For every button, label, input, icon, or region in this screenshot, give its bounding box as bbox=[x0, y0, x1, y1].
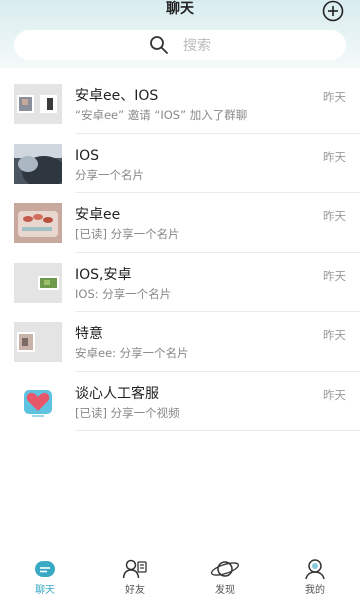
search-placeholder: 搜索 bbox=[183, 38, 211, 54]
chat-time: 昨天 bbox=[323, 387, 346, 402]
chat-last-message: [已读] 分享一个名片 bbox=[75, 227, 180, 241]
tab-profile[interactable]: 我的 bbox=[280, 558, 350, 600]
chat-last-message: 分享一个名片 bbox=[75, 167, 144, 182]
chat-last-message: 安卓ee: 分享一个名片 bbox=[75, 346, 189, 360]
chat-time: 昨天 bbox=[323, 328, 346, 342]
page-title: 聊天 bbox=[166, 1, 194, 17]
bottom-tab-bar: 聊天 好友 发现 我的 bbox=[0, 556, 360, 600]
chat-name: 安卓ee、IOS bbox=[75, 88, 159, 104]
profile-icon bbox=[305, 559, 325, 580]
chat-last-message: [已读] 分享一个视频 bbox=[75, 405, 180, 420]
chat-name: 谈心人工客服 bbox=[75, 385, 159, 402]
chat-time: 昨天 bbox=[323, 90, 346, 104]
group-avatar bbox=[14, 84, 62, 124]
search-input[interactable]: 搜索 bbox=[14, 30, 346, 60]
chat-time: 昨天 bbox=[323, 268, 346, 283]
chat-list-item[interactable]: 安卓ee [已读] 分享一个名片 昨天 bbox=[0, 193, 360, 253]
tab-label: 发现 bbox=[215, 585, 235, 596]
tab-label: 我的 bbox=[305, 585, 325, 596]
search-icon bbox=[150, 36, 168, 54]
chat-list-item[interactable]: IOS,安卓 IOS: 分享一个名片 昨天 bbox=[0, 253, 360, 312]
chat-list-item[interactable]: 谈心人工客服 [已读] 分享一个视频 昨天 bbox=[0, 372, 360, 431]
chat-last-message: IOS: 分享一个名片 bbox=[75, 286, 172, 301]
chat-time: 昨天 bbox=[323, 149, 346, 164]
tab-label: 聊天 bbox=[35, 585, 55, 596]
chat-name: 特意 bbox=[75, 326, 103, 342]
chat-name: IOS,安卓 bbox=[75, 266, 132, 283]
add-icon[interactable] bbox=[322, 0, 344, 22]
divider bbox=[75, 430, 360, 431]
group-avatar bbox=[14, 322, 62, 362]
header: 聊天 搜索 bbox=[0, 0, 360, 68]
chat-list-item[interactable]: IOS 分享一个名片 昨天 bbox=[0, 134, 360, 193]
chat-list-item[interactable]: 安卓ee、IOS “安卓ee” 邀请 “IOS” 加入了群聊 昨天 bbox=[0, 74, 360, 134]
tab-chat[interactable]: 聊天 bbox=[10, 558, 80, 600]
tab-friends[interactable]: 好友 bbox=[100, 558, 170, 600]
group-avatar bbox=[14, 262, 62, 303]
heart-avatar bbox=[14, 381, 62, 422]
planet-icon bbox=[210, 561, 240, 577]
chat-name: IOS bbox=[75, 147, 100, 164]
tab-discover[interactable]: 发现 bbox=[190, 558, 260, 600]
friends-icon bbox=[122, 559, 147, 579]
chat-name: 安卓ee bbox=[75, 207, 121, 223]
chat-time: 昨天 bbox=[323, 209, 346, 223]
chat-list: 安卓ee、IOS “安卓ee” 邀请 “IOS” 加入了群聊 昨天 IOS 分享… bbox=[0, 74, 360, 431]
tab-label: 好友 bbox=[125, 585, 145, 596]
chat-bubble-icon bbox=[35, 561, 55, 577]
chat-last-message: “安卓ee” 邀请 “IOS” 加入了群聊 bbox=[75, 108, 248, 122]
photo-avatar bbox=[14, 203, 62, 243]
photo-avatar bbox=[14, 143, 62, 184]
chat-list-item[interactable]: 特意 安卓ee: 分享一个名片 昨天 bbox=[0, 312, 360, 372]
